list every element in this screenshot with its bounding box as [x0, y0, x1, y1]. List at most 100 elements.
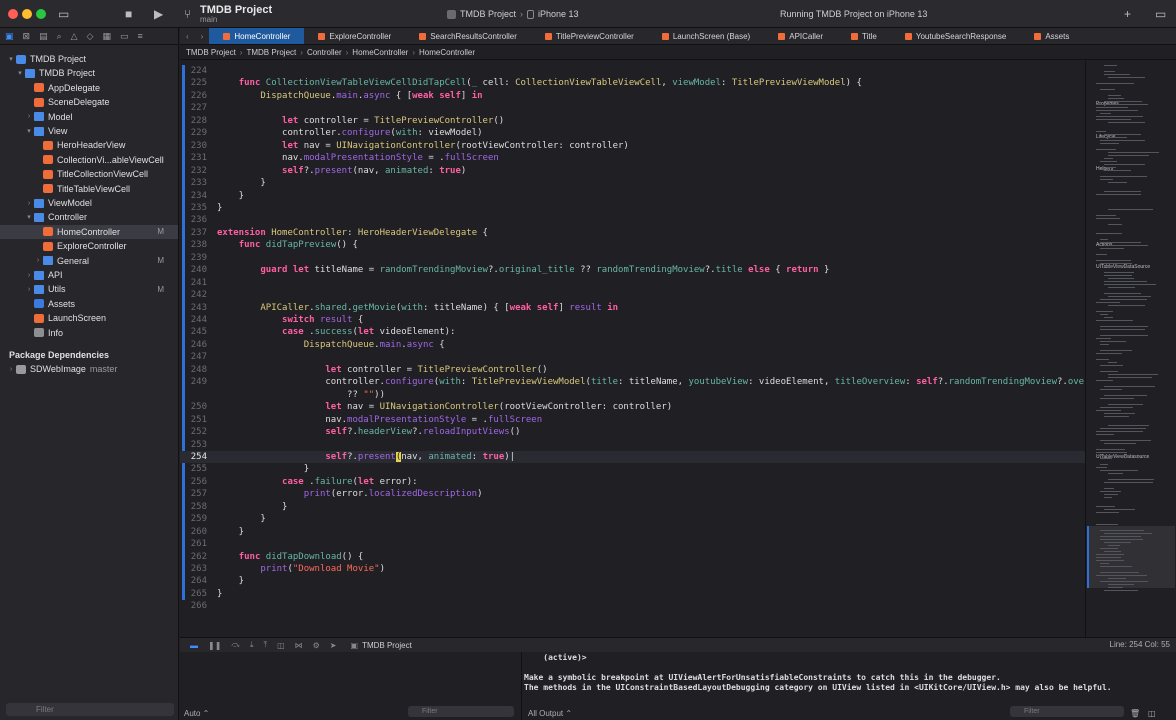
find-icon[interactable]: ⌕ [57, 31, 62, 42]
code-line[interactable]: 225 func CollectionViewTableViewCellDidT… [180, 77, 1085, 89]
code-line[interactable]: 239 [180, 252, 1085, 264]
location-icon[interactable]: ➤ [330, 641, 337, 650]
editor-tab[interactable]: Title [837, 28, 891, 44]
source-editor[interactable]: 224 225 func CollectionViewTableViewCellD… [180, 61, 1085, 637]
scheme-selector[interactable]: TMDB Project › iPhone 13 [447, 7, 579, 21]
code-line[interactable]: 257 print(error.localizedDescription) [180, 488, 1085, 500]
debug-icon[interactable]: ▦ [102, 31, 111, 42]
code-line[interactable]: 253 [180, 439, 1085, 451]
disclosure-icon[interactable]: ▾ [6, 55, 16, 63]
step-out-icon[interactable]: ⤒ [264, 640, 268, 650]
code-line[interactable]: 248 let controller = TitlePreviewControl… [180, 364, 1085, 376]
navigator-item[interactable]: › General M [0, 254, 178, 268]
navigator-item[interactable]: ▾ TMDB Project [0, 52, 178, 66]
disclosure-icon[interactable]: ▾ [15, 69, 25, 77]
trash-icon[interactable]: 🗑 [1130, 706, 1140, 720]
code-line[interactable]: 236 [180, 214, 1085, 226]
run-icon[interactable]: ▶ [154, 7, 163, 21]
navigator-item[interactable]: TitleCollectionViewCell [0, 167, 178, 181]
issue-icon[interactable]: △ [71, 31, 78, 42]
code-line[interactable]: 250 let nav = UINavigationController(roo… [180, 401, 1085, 413]
navigator-item[interactable]: LaunchScreen [0, 311, 178, 325]
forward-icon[interactable]: › [195, 28, 210, 44]
editor-tab[interactable]: TitlePreviewController [531, 28, 648, 44]
hide-debug-area-icon[interactable]: ▬ [190, 641, 198, 650]
navigator-item[interactable]: › Model [0, 110, 178, 124]
code-line[interactable]: 249 controller.configure(with: TitlePrev… [180, 376, 1085, 388]
editor-tab[interactable]: LaunchScreen (Base) [648, 28, 764, 44]
breadcrumb-item[interactable]: Controller [307, 48, 342, 57]
navigator-item[interactable]: Info [0, 326, 178, 340]
navigator-item[interactable]: › API [0, 268, 178, 282]
inspector-toggle-icon[interactable]: ▭ [1155, 7, 1166, 21]
code-line[interactable]: 233 } [180, 177, 1085, 189]
code-line[interactable]: 234 } [180, 190, 1085, 202]
code-line[interactable]: 230 let nav = UINavigationController(roo… [180, 140, 1085, 152]
navigator-item[interactable]: ExploreController [0, 239, 178, 253]
code-line[interactable]: 243 APICaller.shared.getMovie(with: titl… [180, 302, 1085, 314]
breadcrumb-item[interactable]: TMDB Project [246, 48, 296, 57]
navigator-item[interactable]: › Utils M [0, 282, 178, 296]
variables-scope-selector[interactable]: Auto ⌃ [184, 706, 209, 720]
navigator-item[interactable]: HomeController M [0, 224, 178, 239]
code-line[interactable]: 235} [180, 202, 1085, 214]
minimap[interactable]: PropertiesLifecycleHelpersActionsUITable… [1085, 61, 1176, 637]
memory-graph-icon[interactable]: ⋈ [295, 641, 303, 650]
code-line[interactable]: 229 controller.configure(with: viewModel… [180, 127, 1085, 139]
editor-tab[interactable]: YoutubeSearchResponse [891, 28, 1020, 44]
code-line[interactable]: 245 case .success(let videoElement): [180, 326, 1085, 338]
console-filter[interactable]: Filter [1010, 706, 1124, 717]
code-line[interactable]: 227 [180, 102, 1085, 114]
code-line[interactable]: 244 switch result { [180, 314, 1085, 326]
console-output-selector[interactable]: All Output ⌃ [528, 706, 572, 720]
disclosure-icon[interactable]: › [24, 286, 34, 293]
breadcrumb-item[interactable]: TMDB Project [186, 48, 236, 57]
code-line[interactable]: 263 print("Download Movie") [180, 563, 1085, 575]
navigator-item[interactable]: TitleTableViewCell [0, 182, 178, 196]
package-sdwebimage[interactable]: › SDWebImage master [0, 362, 178, 376]
breakpoint-icon[interactable]: ▭ [120, 31, 129, 42]
navigator-item[interactable]: SceneDelegate [0, 95, 178, 109]
code-line[interactable]: 238 func didTapPreview() { [180, 239, 1085, 251]
breadcrumb-item[interactable]: HomeController [352, 48, 408, 57]
code-line[interactable]: 256 case .failure(let error): [180, 476, 1085, 488]
breadcrumb-item[interactable]: HomeController [419, 48, 475, 57]
disclosure-icon[interactable]: › [24, 200, 34, 207]
chevron-right-icon[interactable]: › [6, 366, 16, 373]
code-line[interactable]: 265} [180, 588, 1085, 600]
pause-icon[interactable]: ❚❚ [208, 641, 221, 650]
editor-tab[interactable]: ExploreController [304, 28, 405, 44]
variables-filter[interactable]: Filter [408, 706, 514, 717]
code-line[interactable]: 242 [180, 289, 1085, 301]
code-line[interactable]: 252 self?.headerView?.reloadInputViews() [180, 426, 1085, 438]
code-line[interactable]: 241 [180, 277, 1085, 289]
disclosure-icon[interactable]: › [33, 257, 43, 264]
environment-icon[interactable]: ⚙ [313, 641, 320, 650]
editor-tab[interactable]: HomeController [209, 28, 305, 44]
navigator-item[interactable]: ▾ TMDB Project [0, 66, 178, 80]
code-line[interactable]: 232 self?.present(nav, animated: true) [180, 165, 1085, 177]
navigator-item[interactable]: AppDelegate [0, 81, 178, 95]
code-line[interactable]: ?? "")) [180, 389, 1085, 401]
zoom-window-button[interactable] [36, 9, 46, 19]
code-line[interactable]: 251 nav.modalPresentationStyle = .fullSc… [180, 414, 1085, 426]
folder-icon[interactable]: ▣ [5, 31, 14, 42]
code-line[interactable]: 228 let controller = TitlePreviewControl… [180, 115, 1085, 127]
navigator-filter[interactable]: Filter [6, 703, 174, 716]
navigator-item[interactable]: ▾ View [0, 124, 178, 138]
report-icon[interactable]: ≡ [138, 31, 143, 41]
back-icon[interactable]: ‹ [180, 28, 195, 44]
code-line[interactable]: 226 DispatchQueue.main.async { [weak sel… [180, 90, 1085, 102]
sidebar-toggle-icon[interactable]: ▭ [58, 7, 69, 21]
navigator-item[interactable]: ▾ Controller [0, 210, 178, 224]
code-line[interactable]: 261 [180, 538, 1085, 550]
test-icon[interactable]: ◇ [87, 31, 94, 42]
editor-tab[interactable]: Assets [1020, 28, 1083, 44]
step-over-icon[interactable]: ⤼ [231, 640, 240, 650]
editor-tab[interactable]: SearchResultsController [405, 28, 531, 44]
disclosure-icon[interactable]: › [24, 113, 34, 120]
code-line[interactable]: 254 self?.present(nav, animated: true)| [180, 450, 1085, 463]
disclosure-icon[interactable]: ▾ [24, 213, 34, 221]
code-line[interactable]: 237 extension HomeController: HeroHeaderV… [180, 227, 1085, 239]
navigator-item[interactable]: HeroHeaderView [0, 138, 178, 152]
